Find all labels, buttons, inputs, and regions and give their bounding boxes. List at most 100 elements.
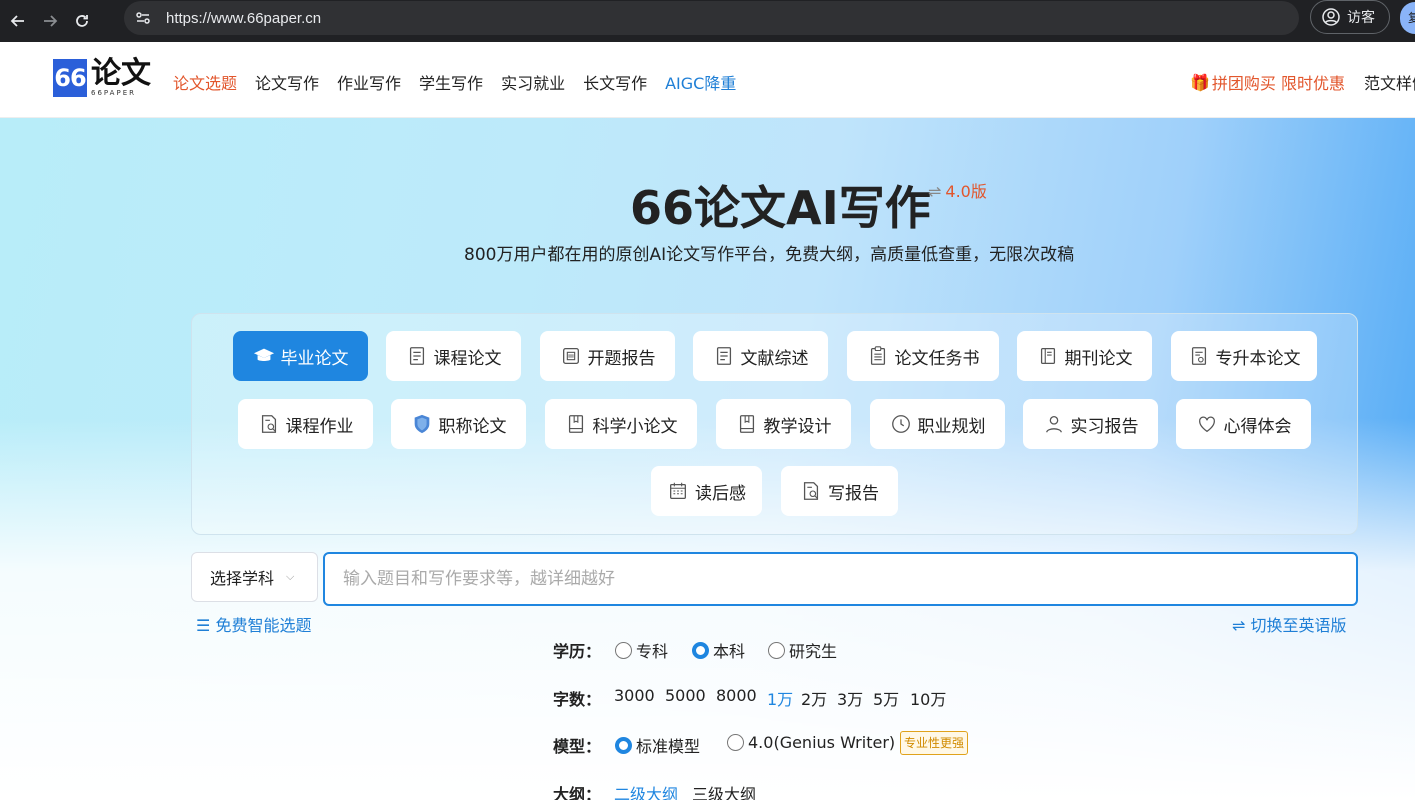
free-topic-link[interactable]: ☰ 免费智能选题 <box>196 612 311 636</box>
model-option-genius[interactable]: 4.0(Genius Writer) <box>727 733 895 752</box>
shield-icon <box>414 414 429 434</box>
words-option[interactable]: 3万 <box>837 686 863 710</box>
category-literature-review[interactable]: 文献综述 <box>693 331 828 381</box>
category-label: 毕业论文 <box>280 348 349 369</box>
profile-icon <box>1322 8 1340 26</box>
model-option-standard[interactable]: 标准模型 <box>615 733 700 757</box>
nav-item-internship[interactable]: 实习就业 <box>501 70 565 94</box>
category-book-review[interactable]: 读后感 <box>651 466 762 516</box>
nav-item-student[interactable]: 学生写作 <box>419 70 483 94</box>
category-reflections[interactable]: 心得体会 <box>1176 399 1311 449</box>
switch-arrows-icon: ⇌ <box>928 182 942 201</box>
subject-select[interactable]: 选择学科 ⌵ <box>191 552 318 602</box>
logo-cn: 论文 <box>91 56 151 91</box>
radio-selected-icon <box>692 641 709 659</box>
version-toggle[interactable]: ⇌ 4.0版 <box>928 178 987 202</box>
site-settings-icon[interactable] <box>126 1 160 35</box>
radio-icon <box>615 641 632 659</box>
education-option-bachelor[interactable]: 本科 <box>692 638 745 662</box>
model-label: 模型： <box>553 737 602 756</box>
category-label: 文献综述 <box>740 348 809 369</box>
words-option[interactable]: 8000 <box>716 686 757 705</box>
book-icon <box>739 415 754 433</box>
education-label: 学历： <box>553 642 602 661</box>
category-label: 教学设计 <box>763 416 832 437</box>
category-label: 开题报告 <box>587 348 656 369</box>
category-label: 心得体会 <box>1223 416 1292 437</box>
nav-item-samples[interactable]: 范文样例 <box>1364 70 1415 94</box>
nav-item-homework[interactable]: 作业写作 <box>337 70 401 94</box>
outline-option[interactable]: 三级大纲 <box>692 781 756 800</box>
radio-label: 本科 <box>713 642 746 661</box>
words-option[interactable]: 10万 <box>910 686 946 710</box>
category-label: 课程论文 <box>433 348 502 369</box>
category-label: 期刊论文 <box>1064 348 1133 369</box>
category-label: 读后感 <box>695 483 746 504</box>
education-option-graduate[interactable]: 研究生 <box>768 638 837 662</box>
category-label: 职称论文 <box>438 416 507 437</box>
outline-option-selected[interactable]: 二级大纲 <box>614 781 678 800</box>
category-science-paper[interactable]: 科学小论文 <box>545 399 697 449</box>
words-option-selected[interactable]: 1万 <box>767 686 793 710</box>
words-option[interactable]: 2万 <box>801 686 827 710</box>
main-nav: 论文选题 论文写作 作业写作 学生写作 实习就业 长文写作 AIGC降重 <box>173 70 754 94</box>
person-icon <box>1045 416 1062 433</box>
gift-icon: 🎁 <box>1190 72 1210 92</box>
heart-icon <box>1198 416 1215 433</box>
nav-item-long-form[interactable]: 长文写作 <box>583 70 647 94</box>
profile-button[interactable]: 访客 <box>1310 0 1390 34</box>
browser-toolbar: https://www.66paper.cn 访客 复 <box>0 0 1415 42</box>
education-option-junior[interactable]: 专科 <box>615 638 668 662</box>
switch-arrows-icon: ⇌ <box>1232 616 1246 635</box>
document-icon <box>716 347 731 365</box>
radio-label: 研究生 <box>789 642 838 661</box>
nav-item-aigc[interactable]: AIGC降重 <box>665 70 736 94</box>
radio-label: 标准模型 <box>636 737 701 756</box>
back-button[interactable] <box>4 7 32 35</box>
category-task-book[interactable]: 论文任务书 <box>847 331 999 381</box>
category-write-report[interactable]: 写报告 <box>781 466 898 516</box>
certificate-icon <box>1191 347 1206 365</box>
switch-english-label: 切换至英语版 <box>1250 616 1347 635</box>
promo-link[interactable]: 🎁 拼团购买 限时优惠 <box>1190 70 1345 94</box>
subject-select-value: 选择学科 <box>210 569 275 588</box>
category-title-paper[interactable]: 职称论文 <box>391 399 526 449</box>
model-badge: 专业性更强 <box>900 731 969 755</box>
category-teaching-design[interactable]: 教学设计 <box>716 399 851 449</box>
graduation-cap-icon <box>253 348 274 362</box>
forward-button[interactable] <box>36 7 64 35</box>
page-subtitle: 800万用户都在用的原创AI论文写作平台，免费大纲，高质量低查重，无限次改稿 <box>464 245 1075 265</box>
topic-input[interactable] <box>323 552 1358 606</box>
nav-item-paper-writing[interactable]: 论文写作 <box>255 70 319 94</box>
category-graduation-thesis[interactable]: 毕业论文 <box>233 331 368 381</box>
category-label: 实习报告 <box>1070 416 1139 437</box>
words-label: 字数： <box>553 690 602 709</box>
words-option[interactable]: 3000 <box>614 686 655 705</box>
radio-label: 专科 <box>636 642 669 661</box>
category-proposal[interactable]: 开题报告 <box>540 331 675 381</box>
category-label: 课程作业 <box>285 416 354 437</box>
category-coursework[interactable]: 课程作业 <box>238 399 373 449</box>
update-button[interactable]: 复 <box>1400 2 1415 34</box>
switch-english-link[interactable]: ⇌ 切换至英语版 <box>1232 612 1347 636</box>
address-bar[interactable]: https://www.66paper.cn <box>124 1 1299 35</box>
document-search-icon <box>803 482 819 500</box>
forward-arrow-icon <box>44 15 58 27</box>
document-search-icon <box>261 415 276 433</box>
nav-item-topic[interactable]: 论文选题 <box>173 70 237 94</box>
category-journal[interactable]: 期刊论文 <box>1017 331 1152 381</box>
category-course-paper[interactable]: 课程论文 <box>386 331 521 381</box>
category-internship-report[interactable]: 实习报告 <box>1023 399 1158 449</box>
words-option[interactable]: 5万 <box>873 686 899 710</box>
book-icon <box>568 415 583 433</box>
site-logo[interactable]: 66 论文 66PAPER <box>53 59 151 97</box>
site-header: 66 论文 66PAPER 论文选题 论文写作 作业写作 学生写作 实习就业 长… <box>0 42 1415 118</box>
report-icon <box>562 348 579 364</box>
category-upgrade-paper[interactable]: 专升本论文 <box>1171 331 1317 381</box>
clock-icon <box>891 415 910 433</box>
category-label: 职业规划 <box>917 416 986 437</box>
category-career-plan[interactable]: 职业规划 <box>870 399 1005 449</box>
page-title: 66论文AI写作 <box>630 181 931 235</box>
words-option[interactable]: 5000 <box>665 686 706 705</box>
reload-button[interactable] <box>68 7 96 35</box>
